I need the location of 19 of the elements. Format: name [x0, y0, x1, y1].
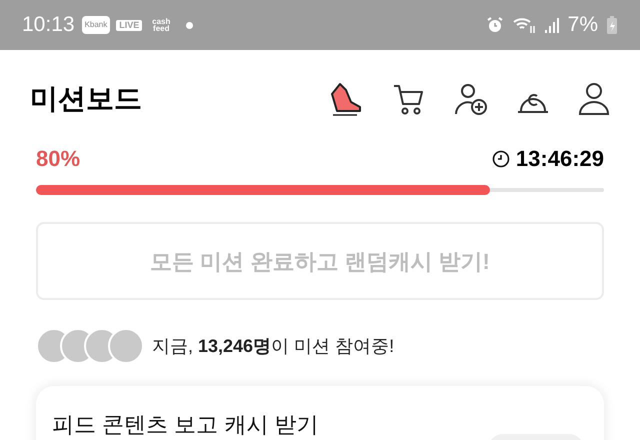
- battery-icon: [606, 15, 618, 35]
- clock-icon: [492, 150, 510, 168]
- profile-icon[interactable]: [578, 82, 610, 116]
- battery-percent: 7%: [568, 12, 598, 38]
- sneaker-icon[interactable]: [328, 81, 364, 117]
- wifi-icon: [512, 16, 536, 34]
- alarm-icon: [486, 16, 504, 34]
- add-friend-icon[interactable]: [454, 82, 488, 116]
- card-title: 피드 콘텐츠 보고 캐시 받기: [52, 412, 318, 437]
- app-icon: LIVE: [116, 20, 142, 30]
- countdown-timer: 13:46:29: [516, 148, 604, 170]
- app-icon: cash feed: [148, 18, 174, 32]
- signal-icon: [544, 16, 560, 34]
- status-time: 10:13: [22, 12, 75, 38]
- app-icon: Kbank: [82, 16, 110, 34]
- page-title: 미션보드: [30, 82, 142, 116]
- cart-icon[interactable]: [392, 82, 426, 116]
- progress-percent: 80%: [36, 148, 80, 170]
- participants-text: 지금, 13,246명이 미션 참여중!: [152, 334, 394, 358]
